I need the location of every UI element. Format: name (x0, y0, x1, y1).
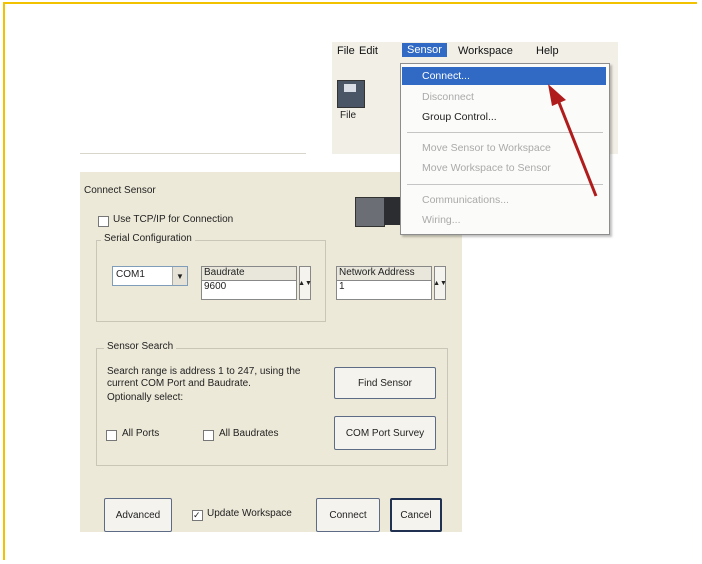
arrow-shaft (556, 99, 598, 197)
arrow-head (548, 84, 566, 106)
red-arrow-icon (548, 84, 598, 197)
